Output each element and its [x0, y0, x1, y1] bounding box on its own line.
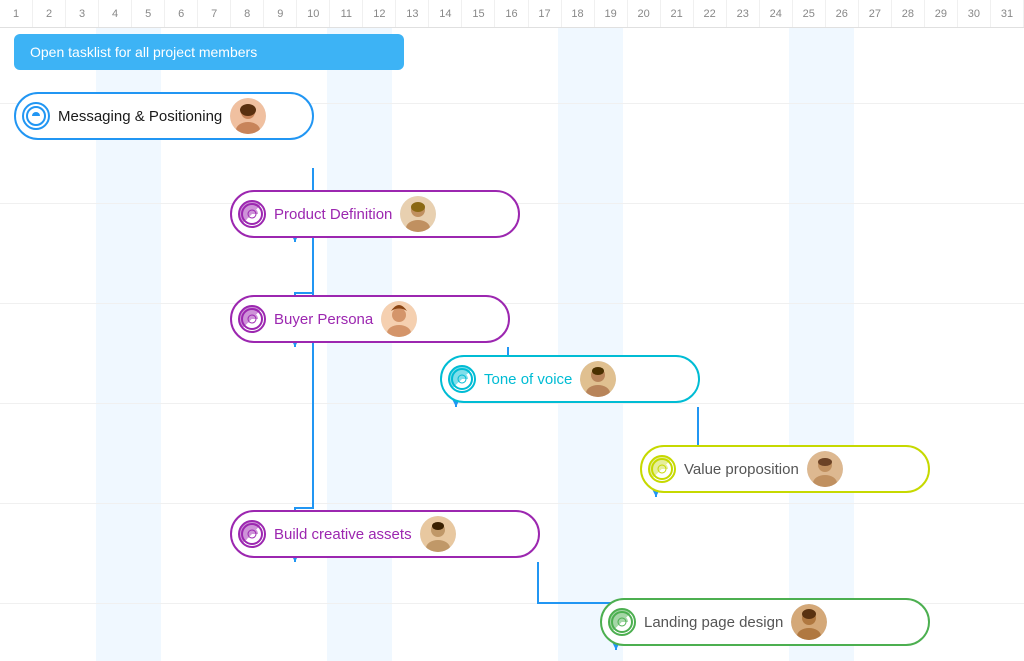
- task-product-avatar: [400, 196, 436, 232]
- task-messaging-icon: [22, 102, 50, 130]
- task-tone-icon: [448, 365, 476, 393]
- day-24: 24: [760, 0, 793, 27]
- day-18: 18: [562, 0, 595, 27]
- day-26: 26: [826, 0, 859, 27]
- day-31: 31: [991, 0, 1024, 27]
- day-8: 8: [231, 0, 264, 27]
- gantt-container: 1 2 3 4 5 6 7 8 9 10 11 12 13 14 15 16 1…: [0, 0, 1024, 661]
- task-tone-avatar: [580, 361, 616, 397]
- h-line-4: [0, 403, 1024, 404]
- task-messaging[interactable]: Messaging & Positioning: [14, 92, 314, 140]
- day-29: 29: [925, 0, 958, 27]
- day-9: 9: [264, 0, 297, 27]
- day-27: 27: [859, 0, 892, 27]
- day-6: 6: [165, 0, 198, 27]
- task-build-icon: [238, 520, 266, 548]
- task-value[interactable]: Value proposition: [640, 445, 930, 493]
- banner-label: Open tasklist for all project members: [30, 44, 257, 60]
- day-11: 11: [330, 0, 363, 27]
- task-messaging-label: Messaging & Positioning: [58, 108, 222, 125]
- task-product-label: Product Definition: [274, 206, 392, 223]
- task-buyer-icon: [238, 305, 266, 333]
- col-shade-4: [789, 28, 854, 661]
- day-13: 13: [396, 0, 429, 27]
- task-landing-icon: [608, 608, 636, 636]
- task-buyer-avatar: [381, 301, 417, 337]
- h-line-3: [0, 303, 1024, 304]
- task-buyer-label: Buyer Persona: [274, 311, 373, 328]
- day-header: 1 2 3 4 5 6 7 8 9 10 11 12 13 14 15 16 1…: [0, 0, 1024, 28]
- task-value-label: Value proposition: [684, 461, 799, 478]
- task-landing-avatar: [791, 604, 827, 640]
- day-4: 4: [99, 0, 132, 27]
- day-23: 23: [727, 0, 760, 27]
- day-17: 17: [529, 0, 562, 27]
- day-15: 15: [462, 0, 495, 27]
- day-16: 16: [495, 0, 528, 27]
- task-tone[interactable]: Tone of voice: [440, 355, 700, 403]
- day-10: 10: [297, 0, 330, 27]
- day-25: 25: [793, 0, 826, 27]
- day-30: 30: [958, 0, 991, 27]
- day-7: 7: [198, 0, 231, 27]
- col-shade-2: [327, 28, 392, 661]
- task-build[interactable]: Build creative assets: [230, 510, 540, 558]
- task-build-avatar: [420, 516, 456, 552]
- task-value-avatar: [807, 451, 843, 487]
- day-2: 2: [33, 0, 66, 27]
- day-19: 19: [595, 0, 628, 27]
- col-shade-3: [558, 28, 623, 661]
- day-21: 21: [661, 0, 694, 27]
- day-5: 5: [132, 0, 165, 27]
- task-buyer[interactable]: Buyer Persona: [230, 295, 510, 343]
- task-value-icon: [648, 455, 676, 483]
- day-22: 22: [694, 0, 727, 27]
- day-20: 20: [628, 0, 661, 27]
- banner[interactable]: Open tasklist for all project members: [14, 34, 404, 70]
- day-28: 28: [892, 0, 925, 27]
- task-build-label: Build creative assets: [274, 526, 412, 543]
- h-line-5: [0, 503, 1024, 504]
- task-landing[interactable]: Landing page design: [600, 598, 930, 646]
- day-3: 3: [66, 0, 99, 27]
- task-product[interactable]: Product Definition: [230, 190, 520, 238]
- task-product-icon: [238, 200, 266, 228]
- task-landing-label: Landing page design: [644, 614, 783, 631]
- task-messaging-avatar: [230, 98, 266, 134]
- day-14: 14: [429, 0, 462, 27]
- task-tone-label: Tone of voice: [484, 371, 572, 388]
- day-12: 12: [363, 0, 396, 27]
- day-1: 1: [0, 0, 33, 27]
